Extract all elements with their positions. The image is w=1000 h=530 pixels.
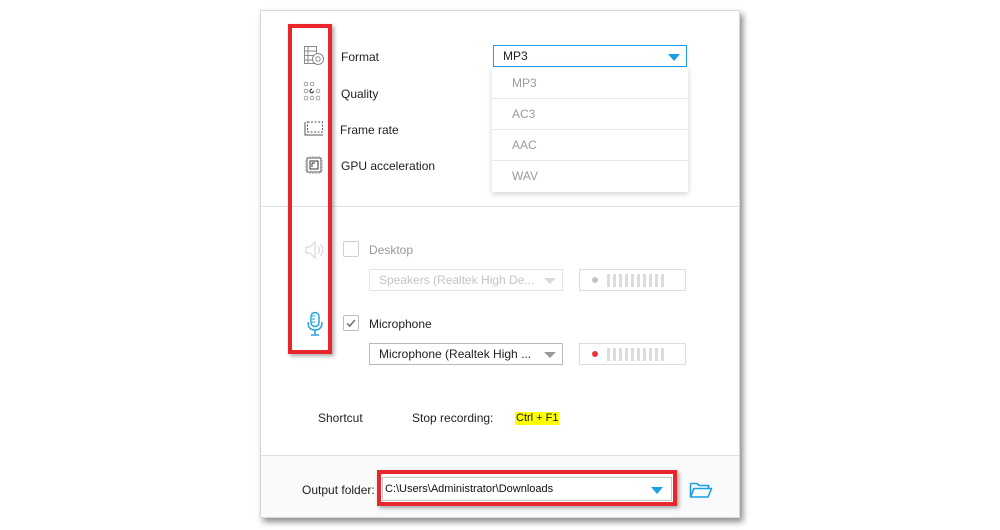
frame-rate-icon [303, 118, 325, 140]
gpu-acceleration-label: GPU acceleration [341, 159, 436, 173]
chevron-down-icon[interactable] [668, 54, 680, 61]
desktop-audio-checkbox[interactable] [343, 241, 359, 257]
output-folder-select[interactable]: C:\Users\Administrator\Downloads [382, 477, 672, 501]
microphone-level-meter [579, 343, 686, 365]
microphone-indicator-dot [592, 351, 598, 357]
microphone-device-select[interactable]: Microphone (Realtek High ... [369, 343, 563, 365]
microphone-level-bars [607, 348, 664, 361]
stop-recording-shortcut-key[interactable]: Ctrl + F1 [515, 412, 560, 425]
output-folder-path: C:\Users\Administrator\Downloads [385, 483, 554, 495]
folder-open-icon[interactable] [689, 481, 713, 499]
format-select[interactable]: MP3 [493, 45, 687, 67]
format-dropdown-list: MP3 AC3 AAC WAV [492, 68, 688, 192]
gpu-chip-icon [303, 154, 325, 176]
chevron-down-icon [544, 278, 556, 284]
quality-dots-icon [303, 81, 325, 103]
format-selected-value: MP3 [503, 49, 528, 63]
format-option-aac[interactable]: AAC [492, 130, 688, 161]
desktop-indicator-dot [592, 277, 598, 283]
format-settings-icon [303, 45, 325, 67]
format-option-ac3[interactable]: AC3 [492, 99, 688, 130]
quality-label: Quality [341, 87, 379, 101]
shortcut-label: Shortcut [318, 411, 363, 425]
section-divider [261, 206, 739, 207]
speaker-icon [304, 239, 326, 261]
desktop-device-select: Speakers (Realtek High De... [369, 269, 563, 291]
format-option-mp3[interactable]: MP3 [492, 68, 688, 99]
output-folder-label: Output folder: [302, 483, 375, 497]
microphone-icon [304, 311, 326, 337]
chevron-down-icon[interactable] [651, 487, 663, 494]
frame-rate-label: Frame rate [340, 123, 399, 137]
format-option-wav[interactable]: WAV [492, 161, 688, 192]
microphone-checkbox[interactable] [343, 315, 359, 331]
desktop-audio-label: Desktop [369, 243, 414, 257]
format-label: Format [341, 50, 380, 64]
stop-recording-label: Stop recording: [412, 411, 494, 425]
recorder-settings-window: Format Quality Frame rate GPU accelerati… [260, 10, 740, 518]
microphone-device-value: Microphone (Realtek High ... [379, 347, 532, 361]
desktop-device-value: Speakers (Realtek High De... [379, 273, 535, 287]
desktop-level-meter [579, 269, 686, 291]
microphone-label: Microphone [369, 317, 432, 331]
chevron-down-icon[interactable] [544, 352, 556, 358]
desktop-level-bars [607, 274, 664, 287]
